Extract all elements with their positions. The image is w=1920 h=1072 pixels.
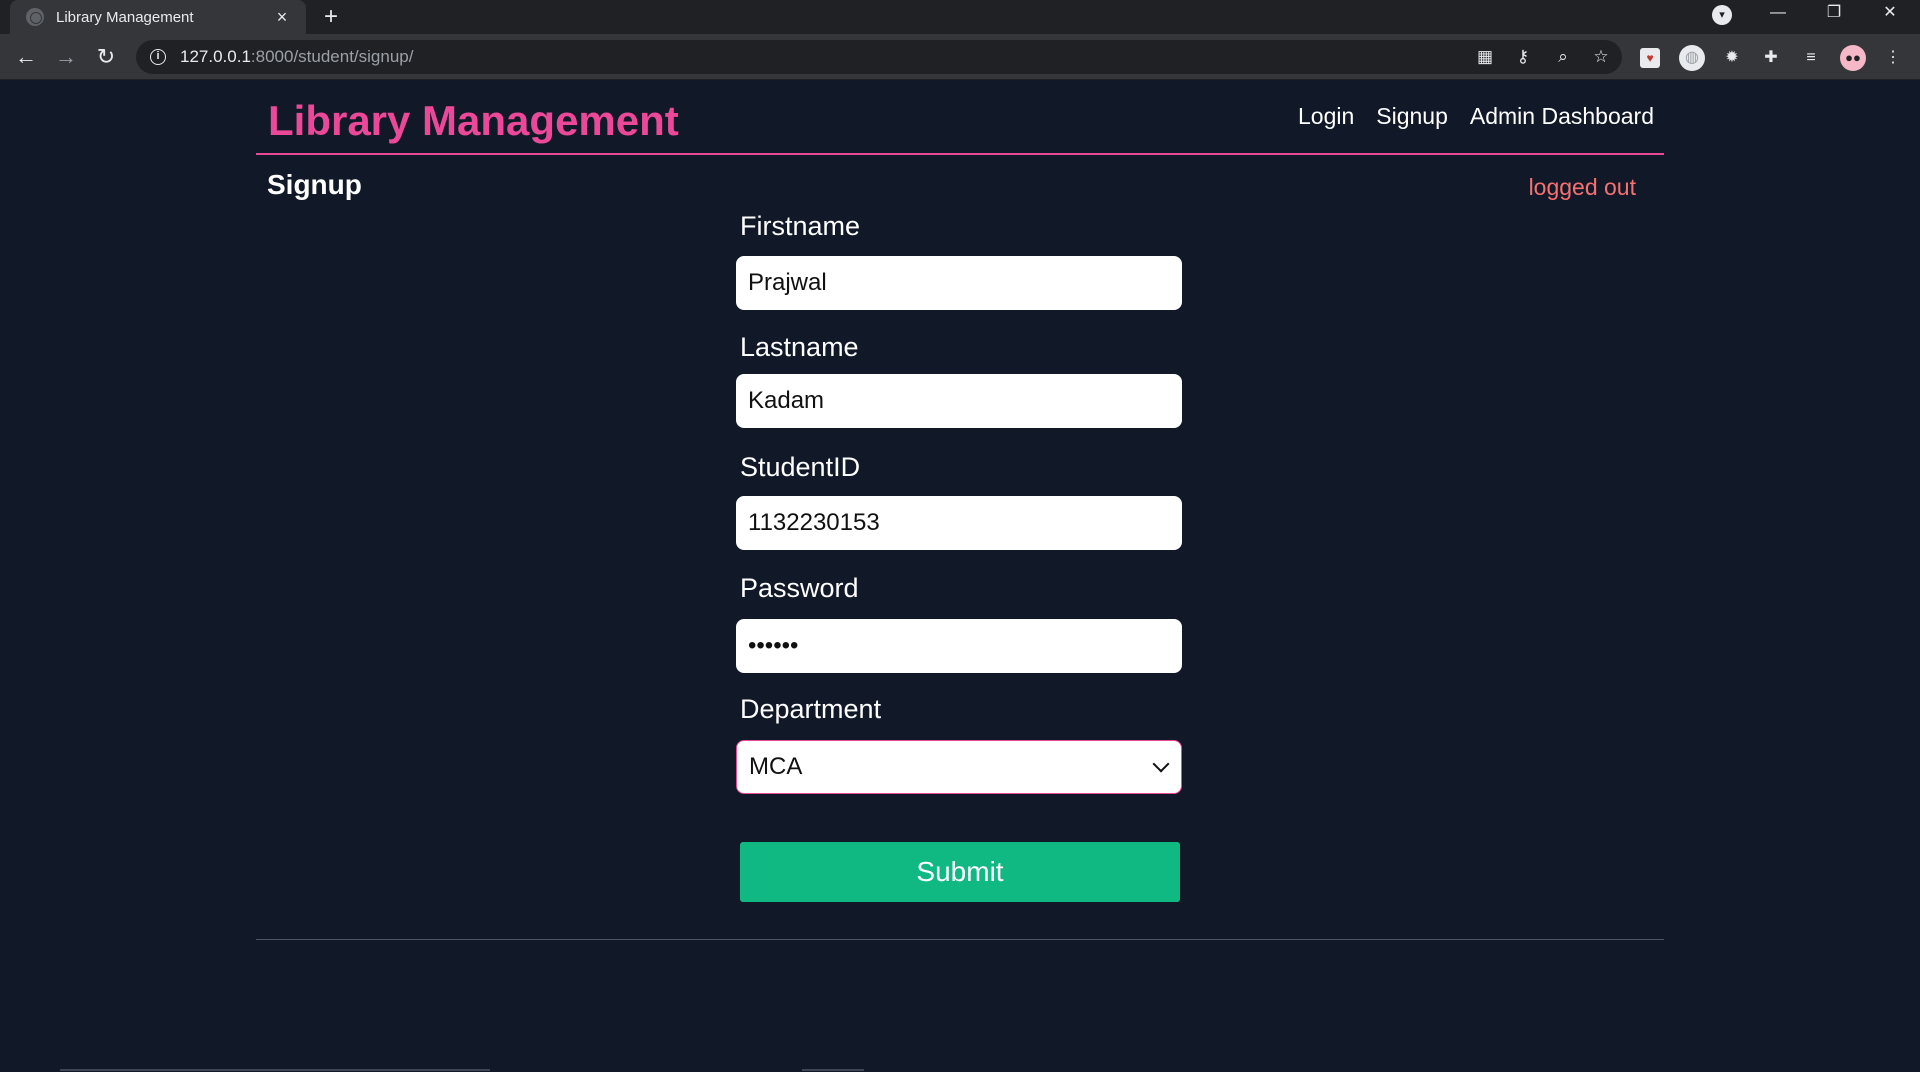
- nav-signup-link[interactable]: Signup: [1376, 103, 1448, 130]
- brand-logo-link[interactable]: Library Management: [268, 97, 679, 145]
- footer-divider: [256, 939, 1664, 940]
- nav-admin-dashboard-link[interactable]: Admin Dashboard: [1470, 103, 1654, 130]
- tab-search-icon[interactable]: ▾: [1712, 5, 1732, 25]
- studentid-label: StudentID: [740, 452, 861, 482]
- department-selected-value: MCA: [749, 753, 803, 780]
- close-window-button[interactable]: ✕: [1870, 0, 1910, 34]
- lastname-input[interactable]: [736, 374, 1182, 428]
- qr-code-icon[interactable]: ▦: [1470, 40, 1500, 74]
- page-content: Library Management Login Signup Admin Da…: [0, 81, 1920, 1072]
- studentid-input[interactable]: [736, 496, 1182, 550]
- globe-icon: [26, 8, 44, 26]
- profile-avatar-icon[interactable]: ●●: [1840, 45, 1866, 71]
- restore-button[interactable]: ❐: [1814, 0, 1854, 34]
- menu-kebab-icon[interactable]: ⋮: [1880, 45, 1906, 71]
- tab-close-icon[interactable]: ×: [272, 7, 292, 28]
- address-bar[interactable]: i 127.0.0.1:8000/student/signup/ ▦ ⚷ ⌕ ☆: [136, 40, 1622, 74]
- page-title: Signup: [267, 169, 362, 200]
- site-info-icon[interactable]: i: [150, 49, 166, 65]
- forward-arrow-icon[interactable]: →: [48, 34, 84, 80]
- site-header: Library Management Login Signup Admin Da…: [256, 81, 1664, 155]
- reading-list-icon[interactable]: ≡: [1798, 45, 1824, 71]
- submit-button[interactable]: Submit: [740, 842, 1180, 902]
- url-text: 127.0.0.1:8000/student/signup/: [180, 47, 414, 66]
- puzzle-extensions-icon[interactable]: ✚: [1758, 45, 1784, 71]
- department-label: Department: [740, 694, 882, 724]
- extension-circle-icon[interactable]: ◍: [1679, 45, 1705, 71]
- department-select[interactable]: MCA: [736, 740, 1182, 794]
- scroll-indicator: [802, 1069, 864, 1071]
- reload-icon[interactable]: ↻: [88, 34, 124, 80]
- password-label: Password: [740, 573, 859, 603]
- minimize-button[interactable]: —: [1758, 0, 1798, 34]
- key-icon[interactable]: ⚷: [1508, 40, 1538, 74]
- new-tab-button[interactable]: +: [324, 0, 338, 34]
- password-input[interactable]: [736, 619, 1182, 673]
- lastname-label: Lastname: [740, 332, 859, 362]
- gear-extension-icon[interactable]: ✹: [1719, 45, 1745, 71]
- browser-tab-bar: Library Management × + ▾ — ❐ ✕: [0, 0, 1920, 34]
- browser-toolbar: ← → ↻ i 127.0.0.1:8000/student/signup/ ▦…: [0, 34, 1920, 80]
- horizontal-scrollbar[interactable]: [60, 1069, 490, 1071]
- zoom-icon[interactable]: ⌕: [1548, 40, 1578, 74]
- firstname-label: Firstname: [740, 211, 861, 241]
- nav-login-link[interactable]: Login: [1298, 103, 1354, 130]
- bookmark-star-icon[interactable]: ☆: [1586, 40, 1616, 74]
- login-status-text: logged out: [1528, 174, 1636, 200]
- back-arrow-icon[interactable]: ←: [8, 34, 44, 80]
- chevron-down-icon: [1152, 755, 1170, 773]
- pocket-extension-icon[interactable]: ♥: [1640, 48, 1660, 68]
- tab-title: Library Management: [56, 8, 194, 26]
- browser-tab[interactable]: Library Management ×: [10, 0, 306, 34]
- firstname-input[interactable]: [736, 256, 1182, 310]
- top-nav: Login Signup Admin Dashboard: [1298, 103, 1654, 130]
